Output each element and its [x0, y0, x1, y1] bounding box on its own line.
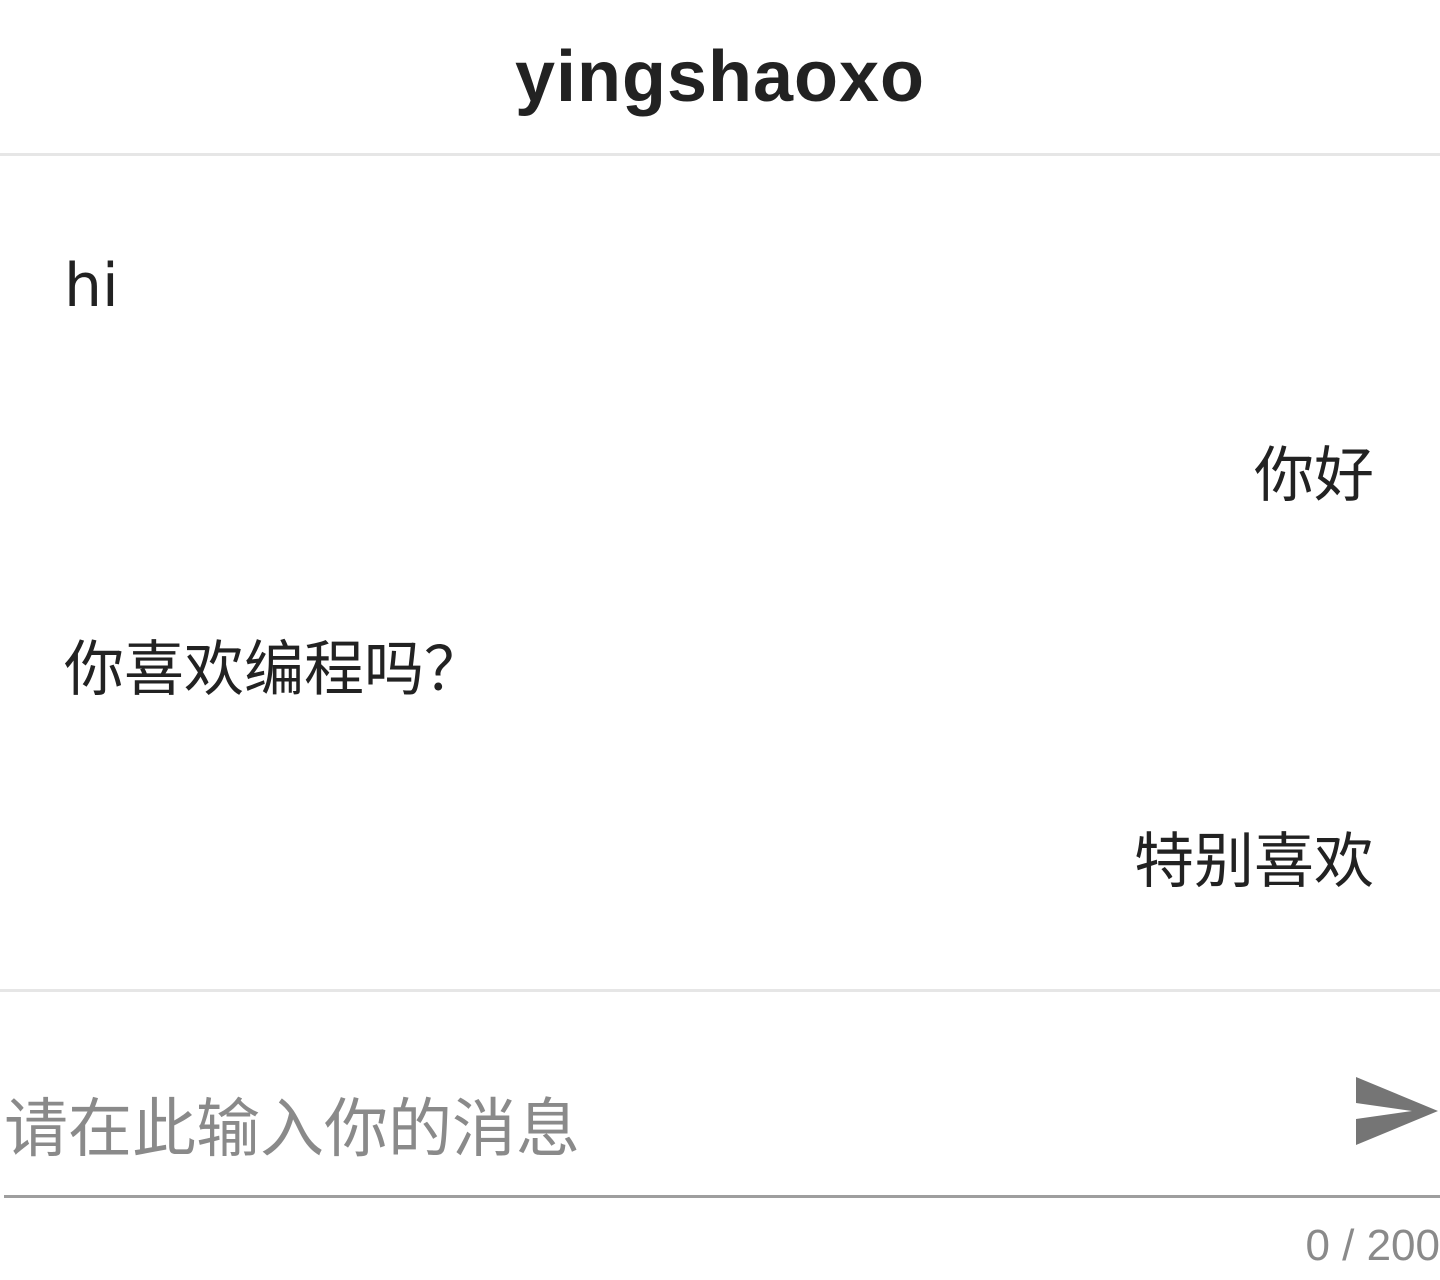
message-incoming: hi: [64, 251, 119, 321]
input-underline: [4, 1195, 1440, 1198]
message-list: hi 你好 你喜欢编程吗？ 特别喜欢: [0, 156, 1440, 992]
character-counter: 0 / 200: [1305, 1221, 1440, 1270]
message-input[interactable]: [4, 1075, 1334, 1185]
chat-header: yingshaoxo: [0, 0, 1440, 156]
message-outgoing: 特别喜欢: [1134, 827, 1374, 897]
message-incoming: 你喜欢编程吗？: [64, 635, 484, 705]
send-icon[interactable]: [1352, 1073, 1440, 1149]
message-outgoing: 你好: [1254, 441, 1374, 511]
chat-app: yingshaoxo hi 你好 你喜欢编程吗？ 特别喜欢 0 / 200: [0, 0, 1440, 1280]
message-composer: 0 / 200: [0, 995, 1440, 1280]
chat-title: yingshaoxo: [514, 36, 926, 117]
